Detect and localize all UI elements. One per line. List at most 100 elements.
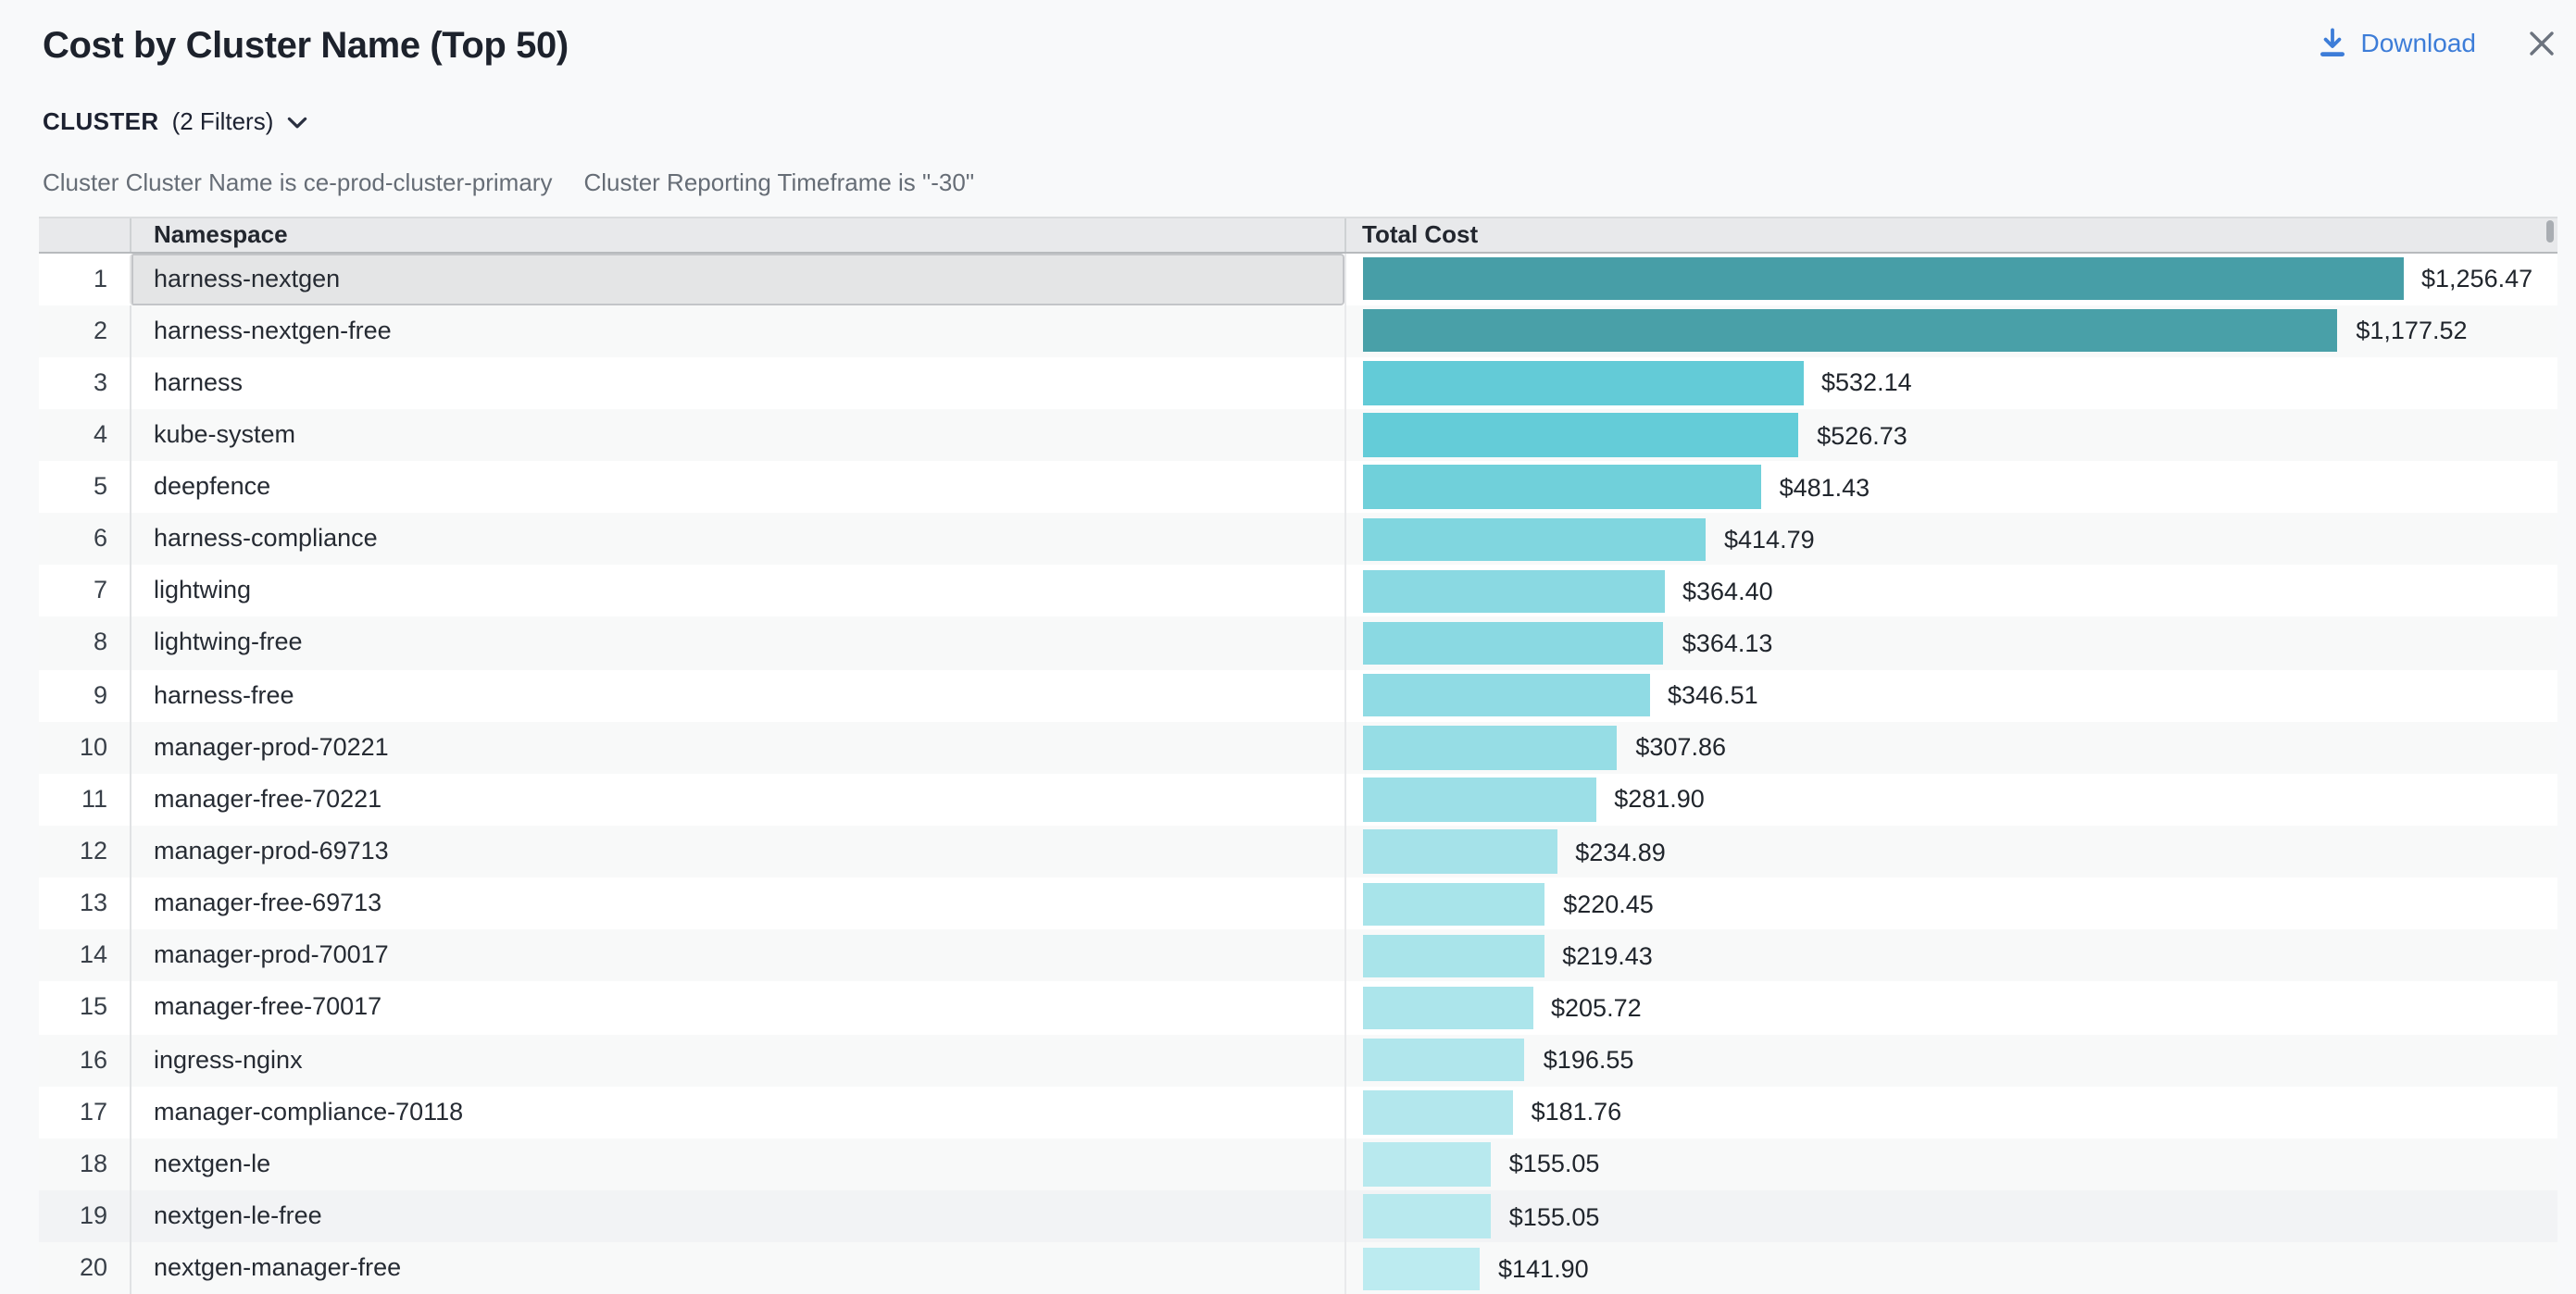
filter-group-toggle[interactable]: CLUSTER (2 Filters) — [43, 107, 306, 135]
namespace-cell[interactable]: harness-nextgen-free — [130, 305, 1344, 356]
cost-value: $1,256.47 — [2421, 265, 2532, 292]
cost-bar — [1362, 1142, 1491, 1186]
table-row[interactable]: 13manager-free-69713$220.45 — [39, 877, 2557, 929]
namespace-cell[interactable]: lightwing-free — [130, 617, 1344, 669]
table-row[interactable]: 9harness-free$346.51 — [39, 669, 2557, 721]
row-index: 14 — [39, 930, 130, 982]
total-cost-cell[interactable]: $181.76 — [1344, 1087, 2557, 1138]
row-index: 12 — [39, 826, 130, 877]
top-controls: Download — [2318, 24, 2559, 61]
table-row[interactable]: 16ingress-nginx$196.55 — [39, 1034, 2557, 1086]
total-cost-cell[interactable]: $1,177.52 — [1344, 305, 2557, 356]
row-index: 19 — [39, 1190, 130, 1242]
cost-value: $526.73 — [1817, 421, 1907, 449]
cost-bar — [1362, 257, 2403, 301]
namespace-cell[interactable]: harness-compliance — [130, 513, 1344, 565]
cost-bar — [1362, 517, 1706, 561]
cost-value: $481.43 — [1780, 473, 1870, 501]
total-cost-cell[interactable]: $346.51 — [1344, 669, 2557, 721]
row-index: 16 — [39, 1034, 130, 1086]
namespace-cell[interactable]: harness-nextgen — [130, 253, 1344, 305]
row-index: 11 — [39, 774, 130, 826]
namespace-cell[interactable]: manager-compliance-70118 — [130, 1087, 1344, 1138]
namespace-cell[interactable]: kube-system — [130, 409, 1344, 461]
total-cost-cell[interactable]: $196.55 — [1344, 1034, 2557, 1086]
namespace-cell[interactable]: nextgen-le — [130, 1138, 1344, 1190]
row-index: 8 — [39, 617, 130, 669]
namespace-cell[interactable]: lightwing — [130, 566, 1344, 617]
cost-value: $414.79 — [1724, 526, 1815, 554]
cost-value: $281.90 — [1614, 786, 1705, 814]
total-cost-cell[interactable]: $281.90 — [1344, 774, 2557, 826]
namespace-cell[interactable]: manager-prod-69713 — [130, 826, 1344, 877]
total-cost-cell[interactable]: $364.13 — [1344, 617, 2557, 669]
download-icon — [2318, 28, 2345, 57]
scrollbar-thumb[interactable] — [2546, 219, 2554, 242]
total-cost-cell[interactable]: $532.14 — [1344, 357, 2557, 409]
filter-summary-item: Cluster Cluster Name is ce-prod-cluster-… — [43, 167, 552, 200]
filter-count-label: (2 Filters) — [172, 107, 274, 135]
total-cost-cell[interactable]: $481.43 — [1344, 461, 2557, 513]
namespace-cell[interactable]: harness — [130, 357, 1344, 409]
applied-filters: Cluster Cluster Name is ce-prod-cluster-… — [43, 167, 974, 200]
total-cost-cell[interactable]: $1,256.47 — [1344, 253, 2557, 305]
total-cost-cell[interactable]: $205.72 — [1344, 982, 2557, 1034]
total-cost-cell[interactable]: $234.89 — [1344, 826, 2557, 877]
cost-value: $141.90 — [1498, 1255, 1589, 1283]
cost-bar — [1362, 361, 1803, 404]
namespace-cell[interactable]: harness-free — [130, 669, 1344, 721]
filter-group-label: CLUSTER — [43, 107, 159, 135]
table-row[interactable]: 4kube-system$526.73 — [39, 409, 2557, 461]
table-row[interactable]: 10manager-prod-70221$307.86 — [39, 722, 2557, 774]
namespace-cell[interactable]: deepfence — [130, 461, 1344, 513]
table-row[interactable]: 17manager-compliance-70118$181.76 — [39, 1087, 2557, 1138]
row-index: 17 — [39, 1087, 130, 1138]
cost-value: $219.43 — [1562, 942, 1653, 970]
download-button[interactable]: Download — [2318, 28, 2476, 57]
table-row[interactable]: 1harness-nextgen$1,256.47 — [39, 253, 2557, 305]
cost-value: $155.05 — [1509, 1202, 1600, 1230]
table-row[interactable]: 14manager-prod-70017 $219.43 — [39, 930, 2557, 982]
table-row[interactable]: 5deepfence$481.43 — [39, 461, 2557, 513]
table-row[interactable]: 7lightwing$364.40 — [39, 566, 2557, 617]
close-button[interactable] — [2522, 24, 2559, 61]
table-row[interactable]: 2harness-nextgen-free$1,177.52 — [39, 305, 2557, 356]
cost-bar — [1362, 1090, 1513, 1134]
table-row[interactable]: 20nextgen-manager-free $141.90 — [39, 1242, 2557, 1294]
table-row[interactable]: 18nextgen-le$155.05 — [39, 1138, 2557, 1190]
namespace-cell[interactable]: manager-prod-70221 — [130, 722, 1344, 774]
namespace-cell[interactable]: manager-free-69713 — [130, 877, 1344, 929]
namespace-cell[interactable]: nextgen-le-free — [130, 1190, 1344, 1242]
page-title: Cost by Cluster Name (Top 50) — [43, 22, 569, 72]
table-row[interactable]: 3harness$532.14 — [39, 357, 2557, 409]
header-cell-total-cost[interactable]: Total Cost — [1344, 218, 2557, 251]
cost-bar — [1362, 987, 1532, 1030]
total-cost-cell[interactable]: $219.43 — [1344, 930, 2557, 982]
header-cell-namespace[interactable]: Namespace — [130, 218, 1344, 251]
chevron-down-icon — [286, 117, 306, 130]
namespace-cell[interactable]: manager-free-70221 — [130, 774, 1344, 826]
total-cost-cell[interactable]: $141.90 — [1344, 1242, 2557, 1294]
total-cost-cell[interactable]: $155.05 — [1344, 1190, 2557, 1242]
namespace-cell[interactable]: ingress-nginx — [130, 1034, 1344, 1086]
table-row[interactable]: 8lightwing-free$364.13 — [39, 617, 2557, 669]
namespace-cell[interactable]: manager-prod-70017 — [130, 930, 1344, 982]
filter-summary-item: Cluster Reporting Timeframe is "-30" — [583, 167, 974, 200]
table-row[interactable]: 6harness-compliance$414.79 — [39, 513, 2557, 565]
cost-bar — [1362, 726, 1617, 769]
cost-value: $155.05 — [1509, 1151, 1600, 1178]
cost-bar — [1362, 1039, 1525, 1082]
namespace-cell[interactable]: nextgen-manager-free — [130, 1242, 1344, 1294]
table-row[interactable]: 11manager-free-70221 $281.90 — [39, 774, 2557, 826]
row-index: 20 — [39, 1242, 130, 1294]
total-cost-cell[interactable]: $364.40 — [1344, 566, 2557, 617]
total-cost-cell[interactable]: $307.86 — [1344, 722, 2557, 774]
total-cost-cell[interactable]: $155.05 — [1344, 1138, 2557, 1190]
total-cost-cell[interactable]: $414.79 — [1344, 513, 2557, 565]
namespace-cell[interactable]: manager-free-70017 — [130, 982, 1344, 1034]
table-row[interactable]: 15manager-free-70017$205.72 — [39, 982, 2557, 1034]
table-row[interactable]: 19nextgen-le-free $155.05 — [39, 1190, 2557, 1242]
table-row[interactable]: 12manager-prod-69713$234.89 — [39, 826, 2557, 877]
total-cost-cell[interactable]: $526.73 — [1344, 409, 2557, 461]
total-cost-cell[interactable]: $220.45 — [1344, 877, 2557, 929]
